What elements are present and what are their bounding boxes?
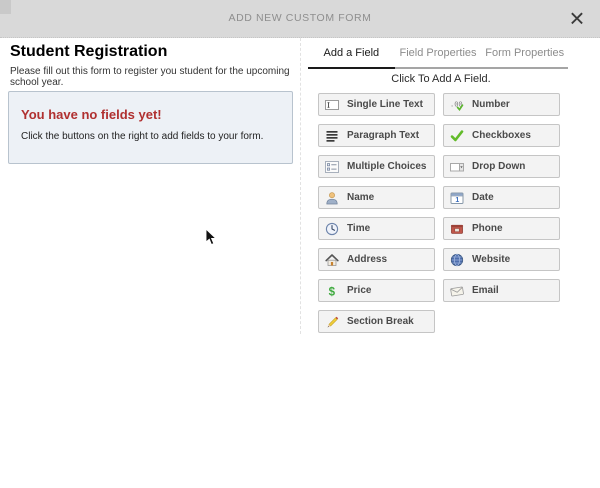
time-button[interactable]: Time — [318, 217, 435, 240]
field-button-label: Section Break — [347, 316, 414, 327]
field-button-label: Name — [347, 192, 374, 203]
modal-title: ADD NEW CUSTOM FORM — [0, 0, 600, 37]
field-buttons-grid: Single Line Text .00 Number Paragraph Text C… — [318, 93, 560, 333]
field-button-label: Address — [347, 254, 387, 265]
time-icon — [325, 222, 339, 236]
field-button-label: Checkboxes — [472, 130, 531, 141]
address-icon — [325, 253, 339, 267]
number-icon: .00 — [450, 98, 464, 112]
empty-state-message: Click the buttons on the right to add fi… — [21, 131, 292, 142]
tabs: Add a FieldField PropertiesForm Properti… — [308, 44, 568, 69]
close-icon[interactable]: × — [564, 2, 590, 34]
date-button[interactable]: 1 Date — [443, 186, 560, 209]
form-preview-panel: Student Registration Please fill out thi… — [0, 38, 300, 458]
paragraph-text-button[interactable]: Paragraph Text — [318, 124, 435, 147]
add-field-instruction: Click To Add A Field. — [301, 73, 581, 85]
field-button-label: Phone — [472, 223, 503, 234]
price-icon: $ — [325, 284, 339, 298]
form-description: Please fill out this form to register yo… — [10, 66, 292, 88]
multiple-choices-icon — [325, 160, 339, 174]
field-button-label: Email — [472, 285, 499, 296]
field-button-label: Paragraph Text — [347, 130, 419, 141]
drop-down-icon — [450, 160, 464, 174]
name-button[interactable]: Name — [318, 186, 435, 209]
phone-button[interactable]: Phone — [443, 217, 560, 240]
field-button-label: Number — [472, 99, 510, 110]
section-break-button[interactable]: Section Break — [318, 310, 435, 333]
number-button[interactable]: .00 Number — [443, 93, 560, 116]
form-title: Student Registration — [10, 43, 167, 61]
tab-add-a-field[interactable]: Add a Field — [308, 44, 395, 69]
website-button[interactable]: Website — [443, 248, 560, 271]
email-icon — [450, 284, 464, 298]
field-button-label: Multiple Choices — [347, 161, 426, 172]
field-button-label: Price — [347, 285, 371, 296]
phone-icon — [450, 222, 464, 236]
price-button[interactable]: $ Price — [318, 279, 435, 302]
field-button-label: Drop Down — [472, 161, 525, 172]
name-icon — [325, 191, 339, 205]
checkboxes-icon — [450, 129, 464, 143]
tab-field-properties[interactable]: Field Properties — [395, 44, 482, 69]
svg-text:$: $ — [329, 286, 336, 298]
single-line-text-button[interactable]: Single Line Text — [318, 93, 435, 116]
field-button-label: Single Line Text — [347, 99, 423, 110]
email-button[interactable]: Email — [443, 279, 560, 302]
modal-header: ADD NEW CUSTOM FORM × — [0, 0, 600, 38]
empty-state-box: You have no fields yet! Click the button… — [8, 91, 293, 164]
field-button-label: Website — [472, 254, 510, 265]
website-icon — [450, 253, 464, 267]
address-button[interactable]: Address — [318, 248, 435, 271]
paragraph-text-icon — [325, 129, 339, 143]
svg-text:1: 1 — [455, 197, 459, 204]
drop-down-button[interactable]: Drop Down — [443, 155, 560, 178]
date-icon: 1 — [450, 191, 464, 205]
field-tools-panel: Add a FieldField PropertiesForm Properti… — [301, 38, 600, 458]
field-button-label: Date — [472, 192, 494, 203]
checkboxes-button[interactable]: Checkboxes — [443, 124, 560, 147]
section-break-icon — [325, 315, 339, 329]
multiple-choices-button[interactable]: Multiple Choices — [318, 155, 435, 178]
field-button-label: Time — [347, 223, 370, 234]
tab-form-properties[interactable]: Form Properties — [481, 44, 568, 69]
empty-state-heading: You have no fields yet! — [21, 107, 292, 122]
single-line-text-icon — [325, 98, 339, 112]
